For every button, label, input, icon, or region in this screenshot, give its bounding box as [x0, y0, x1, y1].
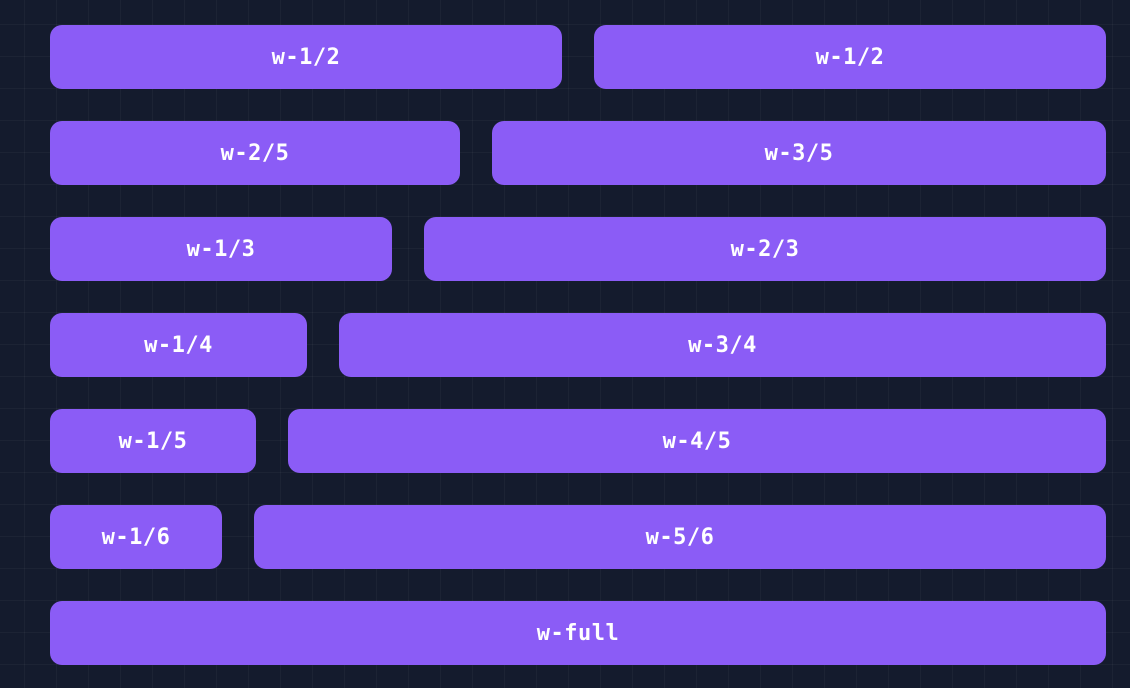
bar-w-3-4: w-3/4 [339, 313, 1106, 377]
row-quarters: w-1/4 w-3/4 [50, 313, 1106, 377]
bar-w-1-6: w-1/6 [50, 505, 222, 569]
bar-w-2-3: w-2/3 [424, 217, 1106, 281]
bar-w-full: w-full [50, 601, 1106, 665]
row-thirds: w-1/3 w-2/3 [50, 217, 1106, 281]
row-halves: w-1/2 w-1/2 [50, 25, 1106, 89]
bar-w-4-5: w-4/5 [288, 409, 1106, 473]
row-fifths-1-4: w-1/5 w-4/5 [50, 409, 1106, 473]
bar-w-1-5: w-1/5 [50, 409, 256, 473]
row-fifths-2-3: w-2/5 w-3/5 [50, 121, 1106, 185]
bar-w-1-3: w-1/3 [50, 217, 392, 281]
bar-w-5-6: w-5/6 [254, 505, 1106, 569]
row-full: w-full [50, 601, 1106, 665]
width-demo-stack: w-1/2 w-1/2 w-2/5 w-3/5 w-1/3 w-2/3 w-1/… [50, 25, 1106, 665]
bar-w-1-4: w-1/4 [50, 313, 307, 377]
row-sixths: w-1/6 w-5/6 [50, 505, 1106, 569]
bar-w-3-5: w-3/5 [492, 121, 1106, 185]
bar-w-1-2-right: w-1/2 [594, 25, 1106, 89]
bar-w-1-2-left: w-1/2 [50, 25, 562, 89]
bar-w-2-5: w-2/5 [50, 121, 460, 185]
